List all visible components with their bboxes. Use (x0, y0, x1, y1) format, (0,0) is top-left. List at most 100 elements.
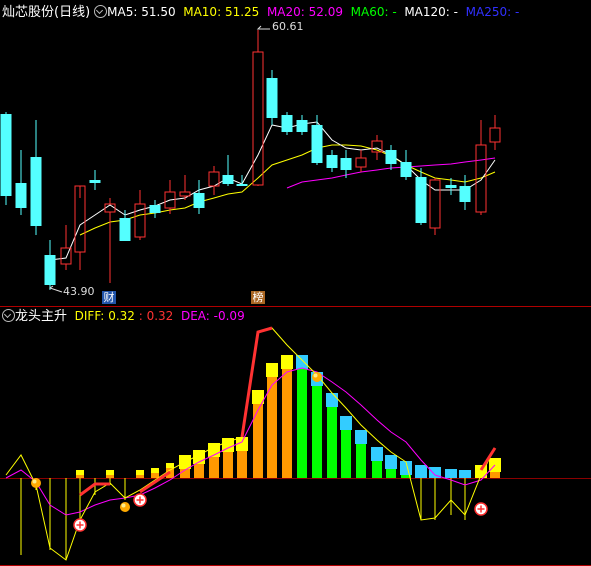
dea-label: DEA: (180, 309, 210, 323)
candle (89, 170, 101, 190)
histogram-bar (106, 470, 114, 478)
indicator-title: 龙头主升 (15, 309, 68, 324)
candle-body (445, 185, 457, 188)
histogram-bar-cap (266, 363, 278, 377)
ma60-label: MA60: (350, 5, 389, 19)
histogram-bar-cap (326, 393, 338, 407)
candle-body (179, 191, 191, 197)
ma250-value: - (515, 5, 520, 19)
candle-body (326, 155, 338, 168)
candle (355, 150, 367, 172)
candle (400, 150, 412, 180)
candle-body (340, 158, 352, 170)
sell-signal-icon (31, 478, 41, 488)
histogram-bar (326, 393, 338, 478)
histogram-bar (489, 458, 501, 478)
diff-sep-value: : 0.32 (138, 309, 174, 323)
candle-body (266, 78, 278, 118)
signal-ball-highlight (313, 373, 318, 378)
candle-body (459, 186, 471, 202)
ranking-marker[interactable]: 榜 (251, 291, 265, 304)
histogram-bar-cap (355, 430, 367, 444)
sell-signal-icon (120, 502, 130, 512)
histogram-bar-cap (281, 355, 293, 369)
histogram-bar-cap (459, 470, 471, 478)
candle-body (385, 150, 397, 164)
candle (208, 166, 220, 195)
histogram-bar-cap (385, 455, 397, 469)
ma5-value: 51.50 (141, 5, 176, 19)
candle (489, 115, 501, 150)
diff-label: DIFF: (74, 309, 105, 323)
histogram-bar (371, 447, 383, 478)
histogram-bar (296, 355, 308, 478)
candle-body (355, 157, 367, 168)
indicator-chevron-icon[interactable] (2, 309, 15, 322)
candle-body (15, 183, 27, 208)
candle (164, 180, 176, 214)
candlestick-series (0, 30, 501, 290)
ma5-line (49, 121, 496, 261)
diff-value: 0.32 (108, 309, 135, 323)
earnings-marker[interactable]: 财 (102, 291, 116, 304)
ma10-value: 51.25 (224, 5, 260, 19)
candle (74, 185, 86, 270)
histogram-bar (415, 465, 427, 478)
histogram-bar-cap (340, 416, 352, 430)
histogram-bar-cap (296, 355, 308, 369)
buy-signal-icon (73, 518, 87, 532)
candle-body (119, 218, 131, 241)
candle (30, 120, 42, 235)
candle-body (252, 51, 264, 186)
sell-signal-icon (312, 372, 322, 382)
ma120-label: MA120: (404, 5, 450, 19)
indicator-series (5, 326, 501, 561)
histogram-bar (459, 470, 471, 478)
dea-value: -0.09 (213, 309, 245, 323)
histogram-bar-body (282, 355, 292, 478)
histogram-bar-cap (136, 470, 144, 475)
histogram-bar-cap (106, 470, 114, 475)
histogram-bar (179, 455, 191, 478)
high-price-label: 60.61 (272, 20, 304, 33)
histogram-bar (76, 470, 84, 478)
signal-ball (312, 372, 322, 382)
ma10-line (79, 144, 496, 236)
histogram-bar (151, 468, 159, 478)
stock-chart-canvas[interactable] (0, 0, 591, 566)
candle (179, 175, 191, 200)
histogram-bar (355, 430, 367, 478)
histogram-bar-body (267, 363, 277, 478)
histogram-bar-cap (371, 447, 383, 461)
candle-body (489, 127, 501, 143)
candle (429, 178, 441, 235)
candle (44, 240, 56, 290)
candle (193, 180, 205, 214)
candle (15, 150, 27, 215)
low-price-label: 43.90 (63, 285, 95, 298)
histogram-bar (266, 363, 278, 478)
candle (0, 112, 12, 205)
signal-ball (120, 502, 130, 512)
signal-ball-highlight (121, 503, 126, 508)
ma5-label: MA5: (107, 5, 138, 19)
ma60-value: - (392, 5, 397, 19)
candle (385, 145, 397, 170)
candle-body (296, 120, 308, 132)
candle-body (400, 162, 412, 177)
indicator-header: 龙头主升 DIFF: 0.32 : 0.32 DEA: -0.09 (2, 307, 245, 325)
ma10-label: MA10: (183, 5, 222, 19)
histogram-bar-cap (415, 465, 427, 478)
candle (475, 120, 487, 215)
candle (149, 200, 161, 218)
histogram-bar (445, 469, 457, 478)
ma20-value: 52.09 (308, 5, 343, 19)
ma20-label: MA20: (266, 5, 305, 19)
candle (60, 225, 72, 270)
buy-signal-icon (133, 493, 147, 507)
candle-body (193, 193, 205, 208)
signal-ball (31, 478, 41, 488)
dropdown-chevron-icon[interactable] (94, 5, 108, 18)
candle (222, 155, 234, 186)
histogram-bar (340, 416, 352, 478)
